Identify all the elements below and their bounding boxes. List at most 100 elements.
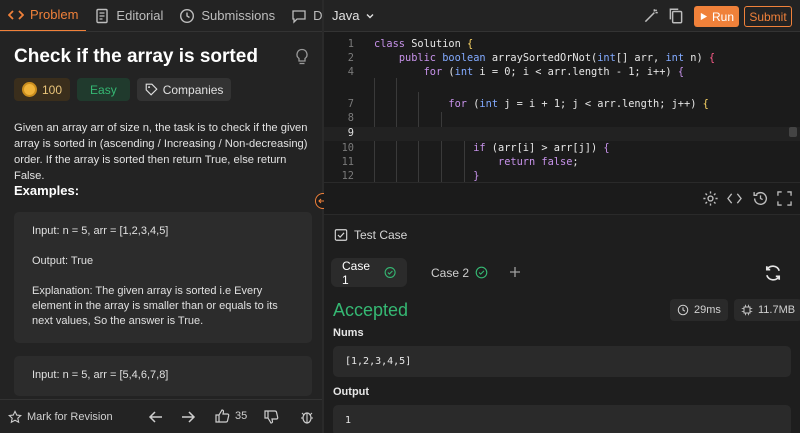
line-number: 9 xyxy=(347,127,354,139)
run-label: Run xyxy=(711,9,734,24)
code-line: 2 public boolean arraySortedOrNot(int[] … xyxy=(324,52,800,66)
code-line: 4 for (int i = 0; i < arr.length - 1; i+… xyxy=(324,66,800,80)
result-status: Accepted xyxy=(333,300,409,320)
input-label: Nums xyxy=(333,327,364,339)
output-label: Output xyxy=(333,386,370,398)
arrow-right-icon[interactable] xyxy=(180,409,196,425)
problem-tabs: Problem Editorial Submissions Discu xyxy=(0,0,322,32)
star-icon xyxy=(8,409,22,423)
line-number: 1 xyxy=(347,38,354,50)
companies-label: Companies xyxy=(162,82,224,97)
add-case-icon[interactable] xyxy=(509,266,521,278)
mark-for-revision-label: Mark for Revision xyxy=(27,410,113,423)
code-line: 7 for (int j = i + 1; j < arr.length; j+… xyxy=(324,98,800,112)
example-explanation: Explanation: The given array is sorted i… xyxy=(32,285,278,327)
difficulty-badge: Easy xyxy=(77,78,130,101)
submit-button[interactable]: Submit xyxy=(744,6,792,27)
fullscreen-icon[interactable] xyxy=(777,191,792,206)
runtime-value: 29ms xyxy=(694,304,721,316)
bottom-bar: Mark for Revision 35 xyxy=(0,399,322,433)
like-count: 35 xyxy=(235,410,248,422)
line-number: 2 xyxy=(347,52,354,64)
tag-icon xyxy=(145,83,158,96)
input-value: [1,2,3,4,5] xyxy=(333,346,791,377)
magic-wand-icon[interactable] xyxy=(642,7,660,25)
play-icon xyxy=(700,12,708,21)
tab-discuss-label: Discu xyxy=(313,8,322,23)
tab-problem-label: Problem xyxy=(30,7,79,22)
coin-badge: 100 xyxy=(14,78,71,101)
code-line: 12 } xyxy=(324,170,800,182)
code-line: 8 xyxy=(324,112,800,126)
memory-chip-icon xyxy=(741,304,753,316)
copy-icon[interactable] xyxy=(667,7,685,25)
example-input: Input: n = 5, arr = [5,4,6,7,8] xyxy=(32,369,169,381)
arrow-left-icon[interactable] xyxy=(148,409,164,425)
lightbulb-icon[interactable] xyxy=(294,48,310,66)
coin-icon xyxy=(22,82,37,97)
like-button[interactable]: 35 xyxy=(214,408,247,424)
settings-gear-icon[interactable] xyxy=(702,190,719,207)
tab-discuss[interactable]: Discu xyxy=(283,0,322,31)
memory-value: 11.7MB xyxy=(758,304,796,316)
line-number: 7 xyxy=(347,98,354,110)
tab-case-2[interactable]: Case 2 xyxy=(420,258,499,287)
editor-bottom-toolbar xyxy=(324,182,800,214)
examples-heading: Examples: xyxy=(14,183,80,198)
tab-case-1[interactable]: Case 1 xyxy=(331,258,407,287)
scrollbar-thumb[interactable] xyxy=(789,127,797,137)
clock-icon xyxy=(677,304,689,316)
case-label: Case 2 xyxy=(431,265,470,280)
tab-editorial[interactable]: Editorial xyxy=(86,0,171,31)
bug-icon[interactable] xyxy=(300,409,314,425)
editor-panel: Java Run Submit 1 class Solution { 2 publ… xyxy=(324,0,800,433)
checkbox-icon xyxy=(334,229,348,241)
clock-icon xyxy=(180,8,195,23)
run-button[interactable]: Run xyxy=(694,6,739,27)
example-output: Output: True xyxy=(32,255,94,267)
companies-button[interactable]: Companies xyxy=(136,78,232,101)
thumbs-up-icon xyxy=(215,409,230,423)
runtime-badge: 29ms xyxy=(670,299,728,321)
code-line: 11 return false; xyxy=(324,156,800,170)
chevron-down-icon xyxy=(366,13,374,18)
thumbs-down-icon[interactable] xyxy=(263,409,279,425)
example-box: Input: n = 5, arr = [5,4,6,7,8] xyxy=(14,356,312,396)
test-case-title: Test Case xyxy=(354,228,408,242)
history-icon[interactable] xyxy=(752,190,769,207)
check-circle-icon xyxy=(384,266,396,279)
tab-submissions[interactable]: Submissions xyxy=(171,0,283,31)
memory-badge: 11.7MB xyxy=(734,299,800,321)
document-icon xyxy=(96,8,109,23)
editor-toolbar: Java Run Submit xyxy=(324,0,800,32)
refresh-icon[interactable] xyxy=(764,264,782,282)
tab-editorial-label: Editorial xyxy=(116,8,164,23)
line-number: 8 xyxy=(347,112,354,124)
line-number: 12 xyxy=(341,170,354,182)
language-label: Java xyxy=(332,8,360,23)
check-circle-icon xyxy=(475,266,488,279)
problem-title: Check if the array is sorted xyxy=(14,46,258,67)
code-icon xyxy=(8,9,24,20)
tab-problem[interactable]: Problem xyxy=(0,0,87,31)
example-input: Input: n = 5, arr = [1,2,3,4,5] xyxy=(32,225,169,237)
code-editor[interactable]: 1 class Solution { 2 public boolean array… xyxy=(324,32,800,182)
mark-for-revision-button[interactable]: Mark for Revision xyxy=(8,409,113,424)
line-number: 11 xyxy=(341,156,354,168)
language-select[interactable]: Java xyxy=(332,8,375,23)
code-line: 10 if (arr[i] > arr[j]) { xyxy=(324,142,800,156)
line-number: 4 xyxy=(347,66,354,78)
test-case-panel: Test Case Case 1 Case 2 Accepted 29ms 11… xyxy=(324,214,800,433)
problem-description: Given an array arr of size n, the task i… xyxy=(14,122,308,182)
code-brackets-icon[interactable] xyxy=(726,191,743,206)
problem-panel: Problem Editorial Submissions Discu Chec… xyxy=(0,0,322,433)
problem-tags: 100 Easy Companies xyxy=(14,78,232,101)
chat-icon xyxy=(292,9,306,24)
line-number: 10 xyxy=(341,142,354,154)
code-line-active: 9 xyxy=(324,127,800,141)
example-box: Input: n = 5, arr = [1,2,3,4,5] Output: … xyxy=(14,212,312,343)
tab-submissions-label: Submissions xyxy=(201,8,276,23)
code-line: 1 class Solution { xyxy=(324,38,800,52)
output-value: 1 xyxy=(333,405,791,433)
coin-count: 100 xyxy=(42,82,63,97)
